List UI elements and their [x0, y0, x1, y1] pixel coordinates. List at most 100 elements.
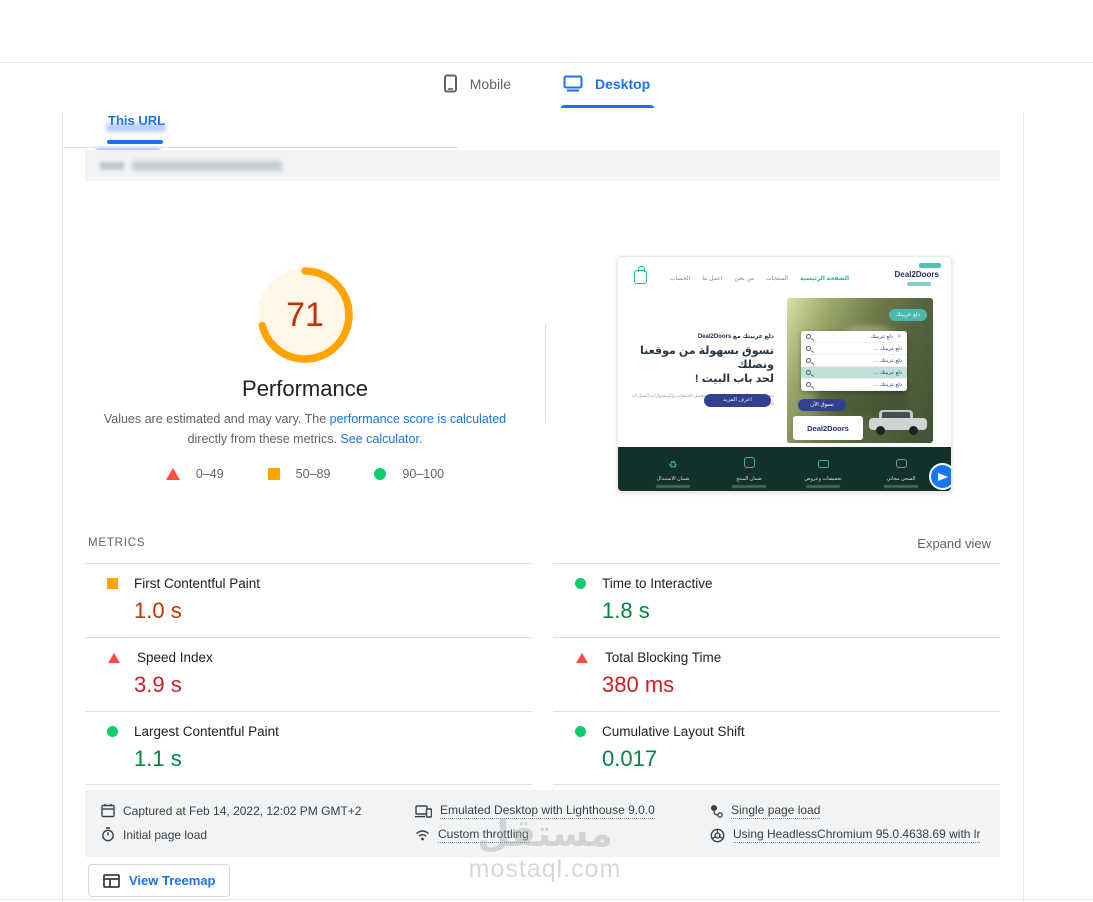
- metric-total-blocking-time: Total Blocking Time 380 ms: [553, 637, 1000, 711]
- expand-view-button[interactable]: Expand view: [917, 536, 991, 551]
- watermark-latin: mostaql.com: [468, 855, 622, 883]
- fail-triangle-icon: [165, 468, 180, 480]
- magnifier-icon: [806, 370, 811, 375]
- search-input-row: دلع عربيتك ✕: [801, 331, 907, 343]
- device-tabs: Mobile Desktop: [0, 74, 1093, 108]
- search-result-row: دلع عربيتك …: [801, 379, 907, 391]
- column-divider: [545, 324, 546, 422]
- search-result-row: دلع عربيتك …: [801, 355, 907, 367]
- tab-mobile[interactable]: Mobile: [443, 74, 511, 107]
- truck-icon: [895, 459, 907, 468]
- url-text-blurred: [132, 161, 282, 171]
- thumb-nav-about: من نحن: [734, 276, 755, 282]
- desc-text-1: Values are estimated and may vary. The: [103, 412, 330, 426]
- desktop-icon: [563, 75, 583, 92]
- thumb-cart-icon: [634, 266, 647, 284]
- metric-speed-index: Speed Index 3.9 s: [85, 637, 532, 711]
- metric-cumulative-layout-shift: Cumulative Layout Shift 0.017: [553, 711, 1000, 785]
- legend-pass-label: 90–100: [402, 467, 445, 481]
- thumb-footer: ♻ ضمان الاستبدال ضمان المنتج تخفيضات وعر…: [618, 447, 951, 491]
- thumb-eyebrow: دلع عربيتك مع Deal2Doors: [697, 334, 774, 340]
- thumb-cta-button: اعرف المزيد: [704, 394, 771, 407]
- url-tab-blur-overlay: [106, 123, 166, 132]
- devices-icon: [415, 804, 432, 818]
- tab-active-underline: [561, 105, 655, 108]
- legend-fail: 0–49: [165, 467, 224, 481]
- fail-triangle-icon: [107, 652, 121, 663]
- metric-value: 1.8 s: [602, 598, 650, 623]
- performance-score: 71: [286, 295, 324, 334]
- card-right-border: [1023, 112, 1024, 902]
- env-single-page-load: Single page load: [710, 803, 821, 819]
- metric-first-contentful-paint: First Contentful Paint 1.0 s: [85, 563, 532, 637]
- pagespeed-report: Mobile Desktop This URL 71 Performance V…: [0, 0, 1093, 902]
- thumb-headline-2: لحد باب البيت !: [694, 373, 774, 385]
- thumb-car-image: [869, 410, 927, 436]
- magnifier-icon: [806, 382, 811, 387]
- metrics-column-left: First Contentful Paint 1.0 s Speed Index…: [85, 563, 532, 785]
- money-icon: [817, 460, 829, 468]
- search-result-row: دلع عربيتك …: [801, 343, 907, 355]
- thumb-nav-work: اعمل بنا: [702, 276, 723, 282]
- fail-triangle-icon: [575, 652, 589, 663]
- env-initial-load: Initial page load: [101, 827, 207, 842]
- favicon-blurred: [100, 162, 124, 170]
- metric-value: 380 ms: [602, 672, 675, 697]
- view-treemap-label: View Treemap: [129, 873, 216, 888]
- wifi-icon: [416, 830, 429, 841]
- search-input-text: دلع عربيتك: [870, 333, 893, 340]
- chrome-icon: [710, 828, 725, 842]
- calendar-icon: [101, 803, 115, 818]
- stopwatch-icon: [102, 827, 114, 842]
- performance-description: Values are estimated and may vary. The p…: [95, 409, 515, 449]
- metric-time-to-interactive: Time to Interactive 1.8 s: [553, 563, 1000, 637]
- env-throttling: Custom throttling: [415, 827, 529, 843]
- magnifier-icon: [806, 334, 811, 339]
- pass-circle-icon: [107, 726, 118, 737]
- url-bar: [85, 150, 1000, 181]
- thumb-hero-pill: دلع عربيتك: [888, 309, 927, 321]
- page-flow-icon: [711, 805, 723, 818]
- messenger-icon: [929, 463, 951, 490]
- metrics-column-right: Time to Interactive 1.8 s Total Blocking…: [553, 563, 1000, 785]
- thumb-footer-warranty: ضمان المنتج: [714, 455, 784, 488]
- thumb-nav-home: الصفحة الرئيسية: [799, 276, 850, 282]
- thumb-nav-links: الصفحة الرئيسية المنتجات من نحن اعمل بنا…: [670, 275, 849, 282]
- url-tab-underline: [107, 140, 163, 144]
- pass-circle-icon: [575, 578, 586, 589]
- pass-circle-icon: [374, 468, 387, 480]
- product-icon: [743, 457, 755, 468]
- thumb-shop-now-button: تسوق الآن: [798, 399, 846, 411]
- environment-bar: Captured at Feb 14, 2022, 12:02 PM GMT+2…: [85, 790, 1000, 857]
- tab-mobile-label: Mobile: [469, 75, 511, 92]
- env-emulated-desktop: Emulated Desktop with Lighthouse 9.0.0: [415, 803, 655, 819]
- metric-value: 3.9 s: [134, 672, 182, 697]
- thumb-headline-1: تسوق بسهولة من موقعنا ونصلك: [640, 345, 774, 371]
- pass-circle-icon: [575, 726, 586, 737]
- thumb-footer-offers: تخفيضات وعروض: [788, 455, 858, 488]
- env-captured: Captured at Feb 14, 2022, 12:02 PM GMT+2: [101, 803, 361, 818]
- metrics-section-title: METRICS: [88, 537, 146, 549]
- view-treemap-button[interactable]: View Treemap: [88, 864, 231, 897]
- mobile-icon: [443, 74, 457, 93]
- thumb-footer-exchange: ♻ ضمان الاستبدال: [638, 455, 708, 488]
- score-legend: 0–49 50–89 90–100: [85, 467, 525, 481]
- thumb-nav-account: الحساب: [670, 276, 691, 282]
- average-square-icon: [107, 578, 118, 589]
- env-chromium: Using HeadlessChromium 95.0.4638.69 with…: [710, 827, 981, 843]
- thumb-hero-photo: دلع عربيتك دلع عربيتك ✕ دلع عربيتك … دلع…: [787, 298, 933, 443]
- tab-desktop[interactable]: Desktop: [561, 74, 655, 108]
- thumb-search-dropdown: دلع عربيتك ✕ دلع عربيتك … دلع عربيتك … د…: [801, 331, 907, 391]
- bottom-divider: [0, 899, 1093, 900]
- metric-value: 1.0 s: [134, 598, 182, 623]
- desc-text-2: directly from these metrics.: [187, 432, 341, 446]
- calculator-link[interactable]: performance score is calculated: [330, 412, 506, 426]
- legend-average-label: 50–89: [295, 467, 331, 481]
- recycle-icon: ♻: [668, 460, 678, 471]
- clear-icon: ✕: [896, 334, 902, 340]
- treemap-icon: [103, 873, 120, 888]
- thumb-footer-shipping: الشحن مجاني: [866, 455, 936, 488]
- tab-desktop-label: Desktop: [595, 75, 651, 92]
- see-calculator-link[interactable]: See calculator.: [340, 432, 422, 446]
- legend-fail-label: 0–49: [195, 467, 224, 481]
